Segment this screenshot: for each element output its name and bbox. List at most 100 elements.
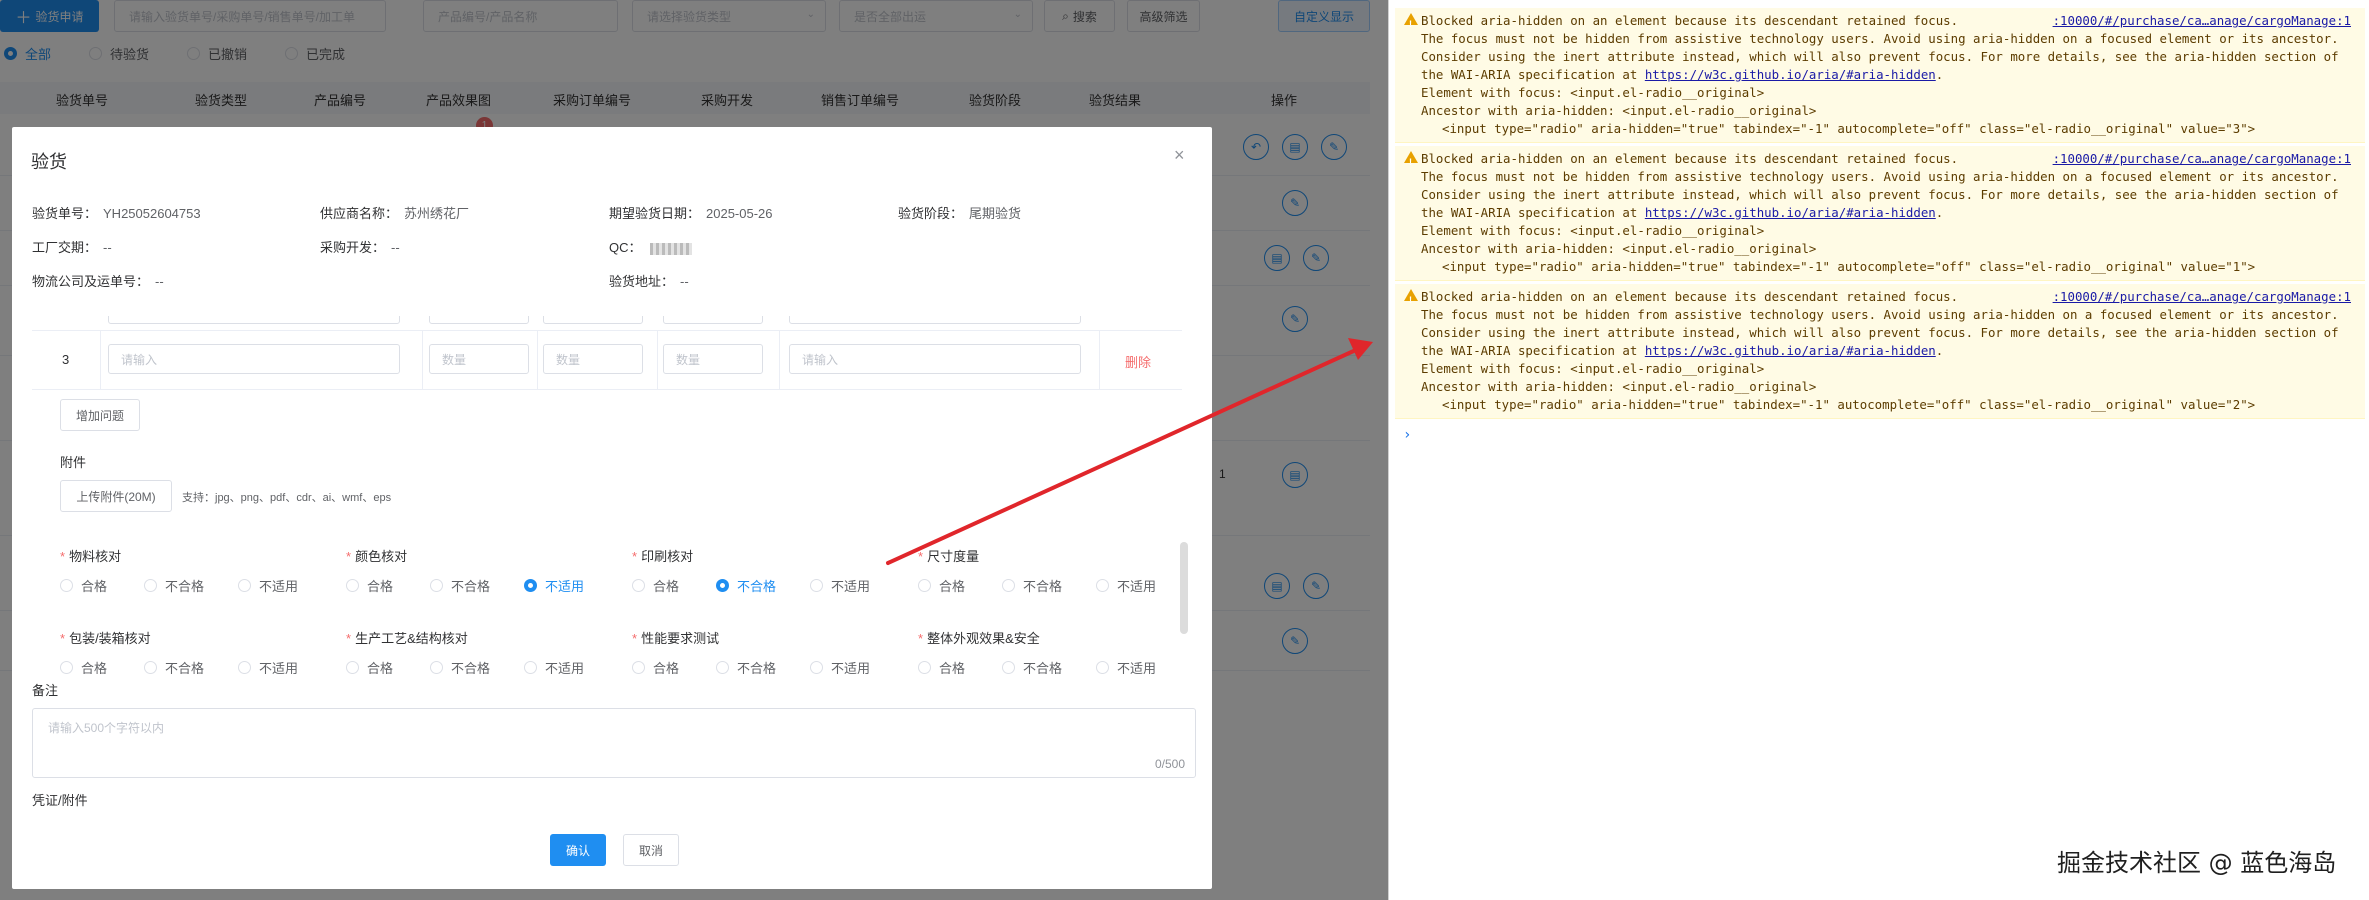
- upload-attachment-button[interactable]: 上传附件(20M): [60, 480, 172, 512]
- radio-icon: [60, 661, 73, 674]
- add-issue-button[interactable]: 增加问题: [60, 399, 140, 431]
- issue-qty-input-clipped[interactable]: [429, 316, 529, 324]
- required-mark: *: [346, 549, 352, 564]
- option-label: 不适用: [1117, 579, 1157, 594]
- console-warning: :10000/#/purchase/ca…anage/cargoManage:1…: [1395, 284, 2365, 419]
- option-label: 不适用: [545, 579, 585, 594]
- packing-pass-radio[interactable]: 合格: [60, 658, 107, 674]
- console-prompt[interactable]: ›: [1403, 426, 1411, 444]
- material-na-radio[interactable]: 不适用: [238, 576, 298, 595]
- upload-label: 上传附件(20M): [76, 489, 156, 504]
- check-label-text: 印刷核对: [641, 549, 694, 564]
- aria-spec-link[interactable]: https://w3c.github.io/aria/#aria-hidden: [1645, 205, 1936, 220]
- packing-fail-radio[interactable]: 不合格: [144, 658, 204, 674]
- check-label-text: 物料核对: [69, 549, 122, 564]
- craft-na-radio[interactable]: 不适用: [524, 658, 584, 674]
- aria-spec-link[interactable]: https://w3c.github.io/aria/#aria-hidden: [1645, 343, 1936, 358]
- confirm-button[interactable]: 确认: [550, 834, 606, 866]
- delete-issue-link[interactable]: 删除: [1125, 352, 1151, 371]
- color-pass-radio[interactable]: 合格: [346, 576, 393, 595]
- check-label-packing: * 包装/装箱核对: [60, 628, 151, 647]
- radio-checked-icon: [524, 579, 537, 592]
- info-qc: QC：: [609, 237, 692, 256]
- placeholder: 数量: [676, 352, 701, 367]
- info-label: 物流公司及运单号：: [32, 274, 150, 289]
- material-fail-radio[interactable]: 不合格: [144, 576, 204, 595]
- performance-pass-radio[interactable]: 合格: [632, 658, 679, 674]
- radio-icon: [1096, 661, 1109, 674]
- material-pass-radio[interactable]: 合格: [60, 576, 107, 595]
- option-label: 不合格: [1023, 661, 1063, 674]
- color-na-radio[interactable]: 不适用: [524, 576, 584, 595]
- placeholder: 数量: [442, 352, 467, 367]
- column-divider: [1099, 330, 1100, 390]
- required-mark: *: [60, 631, 66, 646]
- remark-counter: 0/500: [1154, 757, 1185, 771]
- issue-qty-input-clipped[interactable]: [543, 316, 643, 324]
- issue-remark-input-clipped[interactable]: [789, 316, 1081, 324]
- dialog-scrollbar[interactable]: [1180, 542, 1188, 634]
- warning-element-code[interactable]: <input type="radio" aria-hidden="true" t…: [1421, 258, 2353, 276]
- print-pass-radio[interactable]: 合格: [632, 576, 679, 595]
- issue-qty-input-clipped[interactable]: [663, 316, 763, 324]
- appearance-na-radio[interactable]: 不适用: [1096, 658, 1156, 674]
- info-label: 期望验货日期：: [609, 206, 701, 221]
- craft-pass-radio[interactable]: 合格: [346, 658, 393, 674]
- radio-icon: [430, 661, 443, 674]
- info-label: 验货单号：: [32, 206, 98, 221]
- check-label-performance: * 性能要求测试: [632, 628, 719, 647]
- size-pass-radio[interactable]: 合格: [918, 576, 965, 595]
- warning-source-link[interactable]: :10000/#/purchase/ca…anage/cargoManage:1: [2053, 150, 2351, 168]
- inspection-dialog: 验货 × 验货单号： YH25052604753 供应商名称： 苏州绣花厂 期望验货…: [12, 127, 1212, 889]
- appearance-pass-radio[interactable]: 合格: [918, 658, 965, 674]
- check-label-material: * 物料核对: [60, 546, 121, 565]
- warning-body: The focus must not be hidden from assist…: [1421, 307, 2339, 358]
- placeholder: 请输入: [121, 352, 158, 367]
- print-na-radio[interactable]: 不适用: [810, 576, 870, 595]
- print-fail-radio[interactable]: 不合格: [716, 576, 776, 595]
- performance-fail-radio[interactable]: 不合格: [716, 658, 776, 674]
- remark-placeholder: 请输入500个字符以内: [48, 721, 165, 735]
- issue-remark-input[interactable]: 请输入: [789, 344, 1081, 374]
- required-mark: *: [346, 631, 352, 646]
- radio-icon: [60, 579, 73, 592]
- check-label-size: * 尺寸度量: [918, 546, 979, 565]
- issue-qty-input[interactable]: 数量: [429, 344, 529, 374]
- dialog-scroll-area[interactable]: 3 请输入 数量 数量 数量 请输入 删除 增加问题 附件 上传附件(20M) …: [32, 316, 1182, 674]
- packing-na-radio[interactable]: 不适用: [238, 658, 298, 674]
- radio-icon: [810, 661, 823, 674]
- warning-source-link[interactable]: :10000/#/purchase/ca…anage/cargoManage:1: [2053, 12, 2351, 30]
- dialog-title: 验货: [31, 152, 67, 172]
- issue-qty-input[interactable]: 数量: [543, 344, 643, 374]
- color-fail-radio[interactable]: 不合格: [430, 576, 490, 595]
- check-label-text: 性能要求测试: [641, 631, 720, 646]
- add-issue-label: 增加问题: [75, 408, 124, 423]
- radio-icon: [144, 661, 157, 674]
- aria-spec-link[interactable]: https://w3c.github.io/aria/#aria-hidden: [1645, 67, 1936, 82]
- warning-source-link[interactable]: :10000/#/purchase/ca…anage/cargoManage:1: [2053, 288, 2351, 306]
- console-warning: :10000/#/purchase/ca…anage/cargoManage:1…: [1395, 8, 2365, 143]
- warning-element-code[interactable]: <input type="radio" aria-hidden="true" t…: [1421, 396, 2353, 414]
- option-label: 不合格: [165, 579, 205, 594]
- issue-desc-input-clipped[interactable]: [108, 316, 400, 324]
- warning-icon: [1404, 289, 1418, 309]
- option-label: 合格: [81, 661, 108, 674]
- close-icon[interactable]: ×: [1174, 145, 1185, 166]
- issue-qty-input[interactable]: 数量: [663, 344, 763, 374]
- remark-textarea[interactable]: 请输入500个字符以内 0/500: [32, 708, 1196, 778]
- size-na-radio[interactable]: 不适用: [1096, 576, 1156, 595]
- required-mark: *: [632, 631, 638, 646]
- placeholder: 请输入: [802, 352, 839, 367]
- option-label: 不适用: [1117, 661, 1157, 674]
- radio-icon: [918, 661, 931, 674]
- size-fail-radio[interactable]: 不合格: [1002, 576, 1062, 595]
- column-divider: [657, 330, 658, 390]
- warning-element-code[interactable]: <input type="radio" aria-hidden="true" t…: [1421, 120, 2353, 138]
- craft-fail-radio[interactable]: 不合格: [430, 658, 490, 674]
- performance-na-radio[interactable]: 不适用: [810, 658, 870, 674]
- appearance-fail-radio[interactable]: 不合格: [1002, 658, 1062, 674]
- issue-desc-input[interactable]: 请输入: [108, 344, 400, 374]
- cancel-button[interactable]: 取消: [623, 834, 679, 866]
- info-label: 采购开发：: [320, 240, 386, 255]
- radio-icon: [1096, 579, 1109, 592]
